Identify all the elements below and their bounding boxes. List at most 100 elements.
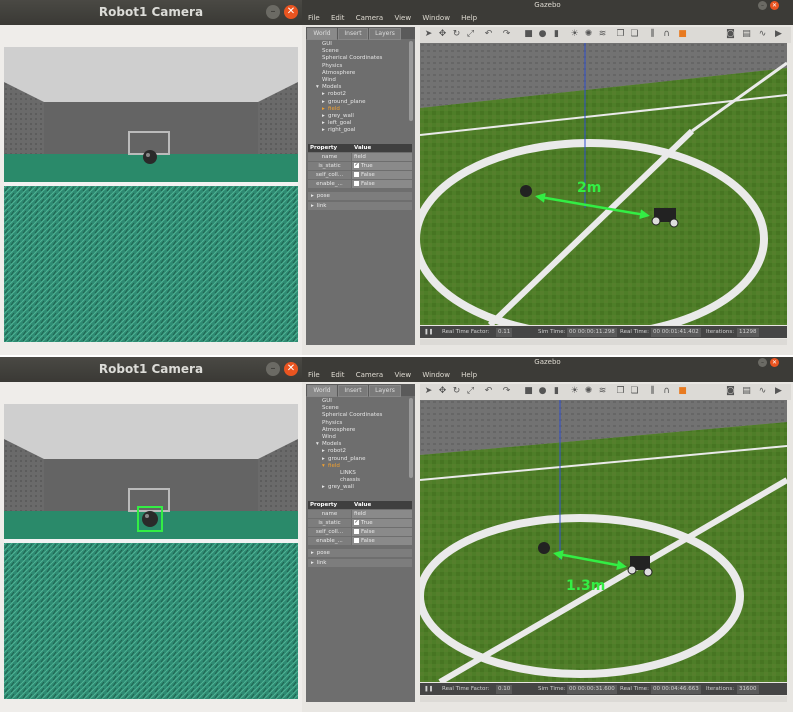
paste-icon[interactable]: ❏ — [630, 387, 639, 396]
tab-insert[interactable]: Insert — [338, 385, 368, 397]
video-icon[interactable]: ▶ — [774, 387, 783, 396]
property-value[interactable]: False — [352, 528, 412, 536]
checkbox[interactable]: ✓ — [354, 163, 359, 168]
minimize-icon[interactable]: – — [266, 362, 280, 376]
select-arrow-icon[interactable]: ➤ — [424, 387, 433, 396]
tree-item[interactable]: ▸ ground_plane — [308, 456, 406, 463]
menu-help[interactable]: Help — [461, 371, 477, 379]
screenshot-icon[interactable]: ◙ — [726, 387, 735, 396]
align-icon[interactable]: ⫼ — [648, 30, 657, 39]
box-icon[interactable]: ■ — [524, 387, 533, 396]
copy-icon[interactable]: ❐ — [616, 30, 625, 39]
redo-icon[interactable]: ↷ — [502, 30, 511, 39]
log-icon[interactable]: ▤ — [742, 30, 751, 39]
pause-icon[interactable]: ❚❚ — [424, 683, 433, 695]
gazebo-3d-view[interactable]: 1.3m — [420, 400, 787, 682]
tree-item[interactable]: Atmosphere — [308, 70, 406, 77]
checkbox[interactable] — [354, 538, 359, 543]
expander-link[interactable]: ▸ link — [308, 202, 412, 210]
scale-icon[interactable]: ⤢ — [466, 30, 475, 39]
tree-scrollbar[interactable] — [409, 41, 413, 121]
checkbox[interactable] — [354, 181, 359, 186]
tree-item[interactable]: LINKS — [308, 470, 406, 477]
horizontal-scrollbar[interactable] — [420, 339, 787, 345]
pause-icon[interactable]: ❚❚ — [424, 326, 433, 338]
undo-icon[interactable]: ↶ — [484, 30, 493, 39]
select-arrow-icon[interactable]: ➤ — [424, 30, 433, 39]
checkbox[interactable] — [354, 172, 359, 177]
property-value[interactable]: field — [352, 153, 412, 161]
point-light-icon[interactable]: ✺ — [584, 387, 593, 396]
tree-item[interactable]: Wind — [308, 434, 406, 441]
sphere-icon[interactable]: ● — [538, 30, 547, 39]
tree-item[interactable]: Physics — [308, 420, 406, 427]
property-value[interactable]: False — [352, 537, 412, 545]
expander-pose[interactable]: ▸ pose — [308, 192, 412, 200]
tree-item[interactable]: GUI — [308, 398, 406, 405]
align-icon[interactable]: ⫼ — [648, 387, 657, 396]
tree-item[interactable]: chassis — [308, 477, 406, 484]
tree-item[interactable]: Scene — [308, 48, 406, 55]
orange-select-icon[interactable]: ■ — [678, 387, 687, 396]
cylinder-icon[interactable]: ▮ — [552, 387, 561, 396]
tree-item[interactable]: ▸ grey_wall — [308, 113, 406, 120]
tab-world[interactable]: World — [307, 385, 337, 397]
tree-item[interactable]: ▸ field — [308, 106, 406, 113]
tab-insert[interactable]: Insert — [338, 28, 368, 40]
tree-item[interactable]: GUI — [308, 41, 406, 48]
menu-file[interactable]: File — [308, 371, 320, 379]
property-value[interactable]: ✓ True — [352, 162, 412, 170]
plot-icon[interactable]: ∿ — [758, 30, 767, 39]
tree-scrollbar[interactable] — [409, 398, 413, 478]
menu-camera[interactable]: Camera — [356, 14, 383, 22]
paste-icon[interactable]: ❏ — [630, 30, 639, 39]
property-value[interactable]: False — [352, 180, 412, 188]
horizontal-scrollbar[interactable] — [420, 696, 787, 702]
tree-item[interactable]: Spherical Coordinates — [308, 55, 406, 62]
close-icon[interactable]: ✕ — [770, 358, 779, 367]
spot-light-icon[interactable]: ≋ — [598, 30, 607, 39]
rotate-icon[interactable]: ↻ — [452, 387, 461, 396]
tree-item[interactable]: ▸ ground_plane — [308, 99, 406, 106]
cylinder-icon[interactable]: ▮ — [552, 30, 561, 39]
minimize-icon[interactable]: – — [758, 1, 767, 10]
minimize-icon[interactable]: – — [266, 5, 280, 19]
tab-layers[interactable]: Layers — [369, 385, 401, 397]
close-icon[interactable]: ✕ — [770, 1, 779, 10]
copy-icon[interactable]: ❐ — [616, 387, 625, 396]
translate-icon[interactable]: ✥ — [438, 30, 447, 39]
tree-item[interactable]: ▾ field — [308, 463, 406, 470]
menu-edit[interactable]: Edit — [331, 14, 345, 22]
screenshot-icon[interactable]: ◙ — [726, 30, 735, 39]
tree-item[interactable]: ▸ robot2 — [308, 448, 406, 455]
plot-icon[interactable]: ∿ — [758, 387, 767, 396]
checkbox[interactable] — [354, 529, 359, 534]
gazebo-3d-view[interactable]: 2m — [420, 43, 787, 325]
tree-item[interactable]: Scene — [308, 405, 406, 412]
menu-view[interactable]: View — [394, 371, 411, 379]
box-icon[interactable]: ■ — [524, 30, 533, 39]
menu-file[interactable]: File — [308, 14, 320, 22]
tree-item[interactable]: Physics — [308, 63, 406, 70]
tree-item[interactable]: ▾ Models — [308, 441, 406, 448]
snap-icon[interactable]: ∩ — [662, 30, 671, 39]
tab-world[interactable]: World — [307, 28, 337, 40]
tab-layers[interactable]: Layers — [369, 28, 401, 40]
spot-light-icon[interactable]: ≋ — [598, 387, 607, 396]
video-icon[interactable]: ▶ — [774, 30, 783, 39]
sun-light-icon[interactable]: ☀ — [570, 387, 579, 396]
translate-icon[interactable]: ✥ — [438, 387, 447, 396]
minimize-icon[interactable]: – — [758, 358, 767, 367]
tree-item[interactable]: ▸ robot2 — [308, 91, 406, 98]
redo-icon[interactable]: ↷ — [502, 387, 511, 396]
undo-icon[interactable]: ↶ — [484, 387, 493, 396]
tree-item[interactable]: ▸ left_goal — [308, 120, 406, 127]
checkbox[interactable]: ✓ — [354, 520, 359, 525]
property-value[interactable]: False — [352, 171, 412, 179]
sun-light-icon[interactable]: ☀ — [570, 30, 579, 39]
property-value[interactable]: ✓ True — [352, 519, 412, 527]
tree-item[interactable]: ▾ Models — [308, 84, 406, 91]
menu-edit[interactable]: Edit — [331, 371, 345, 379]
scale-icon[interactable]: ⤢ — [466, 387, 475, 396]
close-icon[interactable]: ✕ — [284, 5, 298, 19]
